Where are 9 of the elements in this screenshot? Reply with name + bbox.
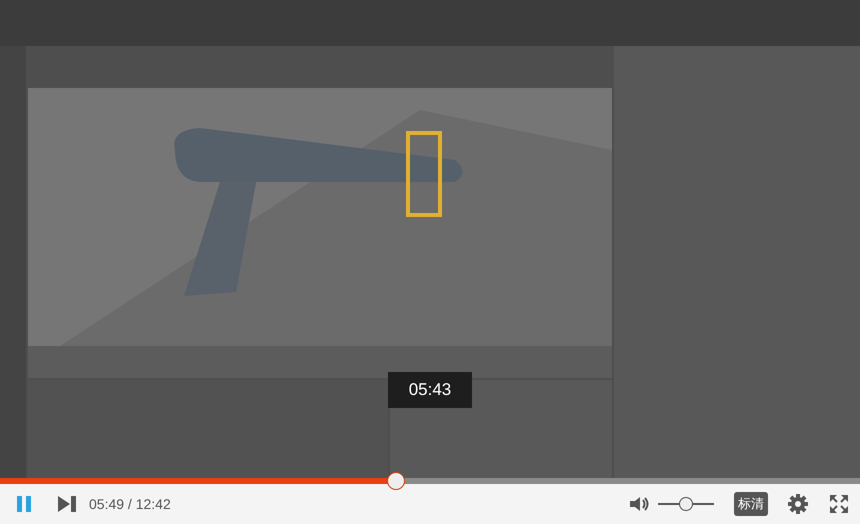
quality-button[interactable]: 标清 — [734, 492, 768, 516]
next-button[interactable] — [58, 496, 76, 512]
fullscreen-icon[interactable] — [830, 495, 848, 513]
playback-time: 05:49 / 12:42 — [89, 496, 171, 512]
volume-handle[interactable] — [679, 497, 693, 511]
settings-icon[interactable] — [788, 494, 808, 514]
volume-icon[interactable] — [630, 496, 650, 512]
seek-time-tooltip: 05:43 — [388, 372, 472, 408]
play-pause-button[interactable] — [17, 496, 31, 512]
